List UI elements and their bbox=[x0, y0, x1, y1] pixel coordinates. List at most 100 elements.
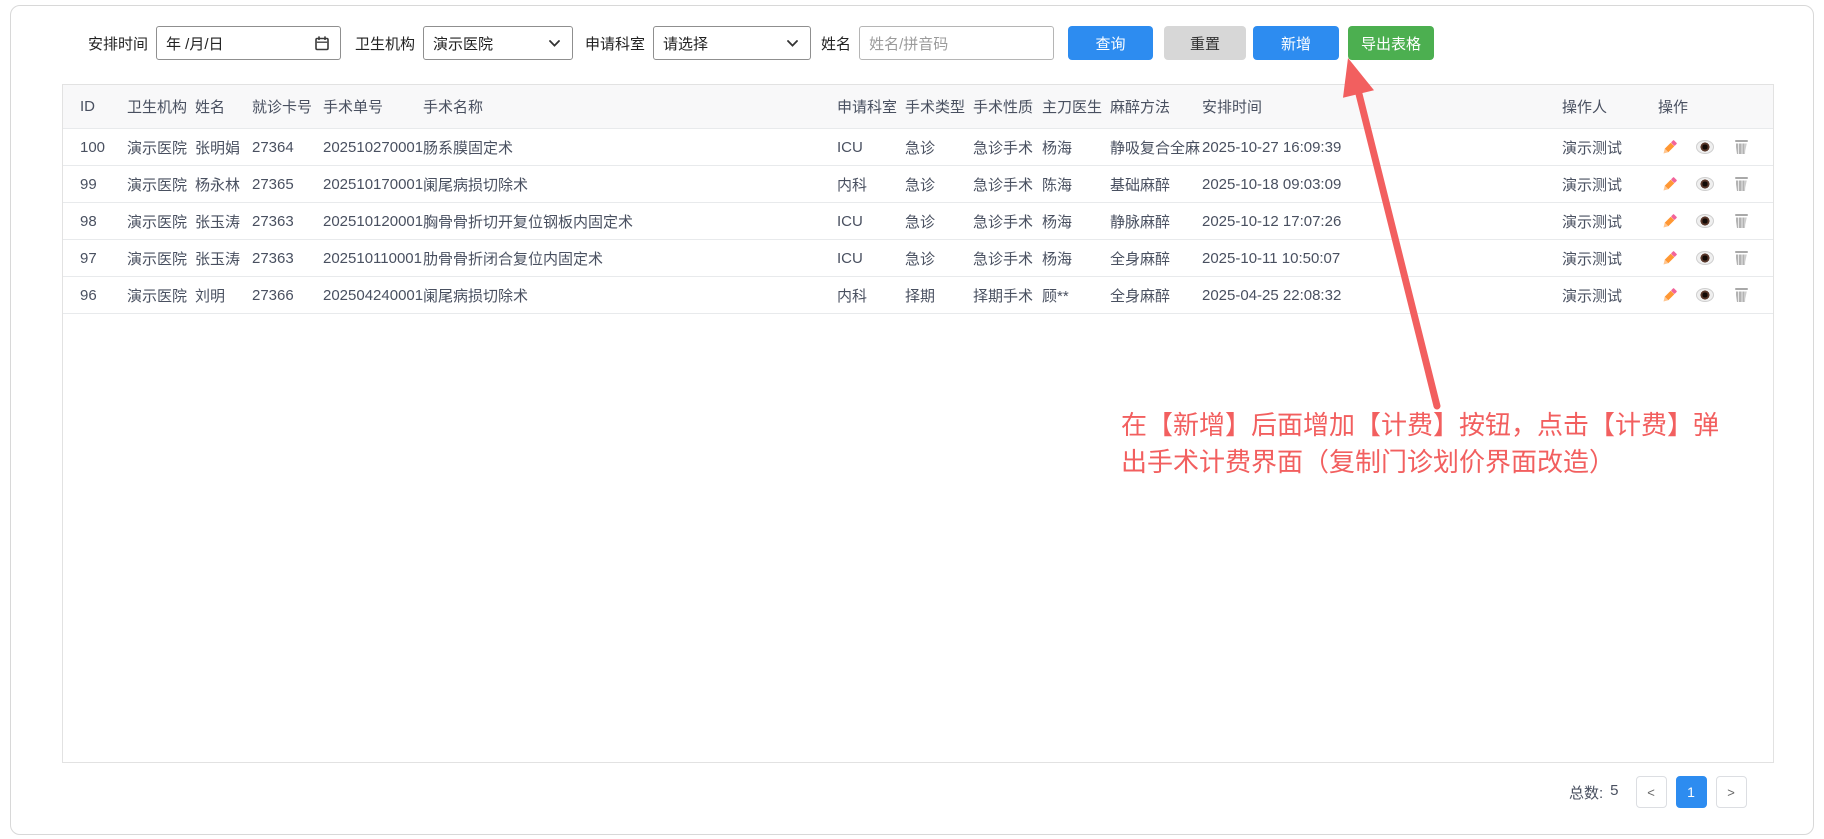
table-cell: ICU bbox=[837, 129, 905, 166]
dept-select[interactable]: 请选择 bbox=[653, 26, 811, 60]
table-cell: 202510110001 bbox=[323, 240, 423, 277]
edit-pencil-icon[interactable] bbox=[1660, 249, 1678, 267]
column-header: 姓名 bbox=[195, 85, 252, 129]
dept-select-value: 请选择 bbox=[663, 33, 708, 54]
table-cell: 刘明 bbox=[195, 277, 252, 314]
actions-cell bbox=[1658, 166, 1774, 203]
delete-trash-icon[interactable] bbox=[1732, 286, 1750, 304]
page-card: 安排时间 年 /月/日 卫生机构 演示医院 申请科室 请选择 bbox=[10, 5, 1814, 835]
table-cell: 98 bbox=[63, 203, 127, 240]
delete-trash-icon[interactable] bbox=[1732, 138, 1750, 156]
table-cell: 2025-10-27 16:09:39 bbox=[1202, 129, 1562, 166]
table-cell: 急诊手术 bbox=[973, 203, 1042, 240]
table-header: ID卫生机构姓名就诊卡号手术单号手术名称申请科室手术类型手术性质主刀医生麻醉方法… bbox=[63, 85, 1774, 129]
column-header: 麻醉方法 bbox=[1110, 85, 1202, 129]
edit-pencil-icon[interactable] bbox=[1660, 286, 1678, 304]
export-button[interactable]: 导出表格 bbox=[1348, 26, 1434, 60]
table-cell: 急诊 bbox=[905, 166, 973, 203]
table-cell: 演示医院 bbox=[127, 240, 195, 277]
table-cell: 静吸复合全麻 bbox=[1110, 129, 1202, 166]
table-cell: 27363 bbox=[252, 203, 323, 240]
table-cell: 演示医院 bbox=[127, 129, 195, 166]
calendar-icon[interactable] bbox=[313, 34, 331, 52]
next-page-button[interactable]: > bbox=[1716, 776, 1747, 808]
table-cell: 肠系膜固定术 bbox=[423, 129, 837, 166]
view-eye-icon[interactable] bbox=[1696, 138, 1714, 156]
table-cell: 阑尾病损切除术 bbox=[423, 277, 837, 314]
table-cell: 择期手术 bbox=[973, 277, 1042, 314]
delete-trash-icon[interactable] bbox=[1732, 249, 1750, 267]
actions-cell bbox=[1658, 203, 1774, 240]
table-cell: 杨海 bbox=[1042, 129, 1110, 166]
page-number-button[interactable]: 1 bbox=[1676, 776, 1707, 808]
table-cell: 演示医院 bbox=[127, 203, 195, 240]
table-cell: 100 bbox=[63, 129, 127, 166]
prev-page-button[interactable]: < bbox=[1636, 776, 1667, 808]
filter-bar: 安排时间 年 /月/日 卫生机构 演示医院 申请科室 请选择 bbox=[88, 26, 1434, 60]
table-cell: 急诊 bbox=[905, 240, 973, 277]
chevron-down-icon bbox=[545, 34, 563, 52]
add-button[interactable]: 新增 bbox=[1253, 26, 1339, 60]
table-cell: 杨永林 bbox=[195, 166, 252, 203]
delete-trash-icon[interactable] bbox=[1732, 212, 1750, 230]
name-input[interactable]: 姓名/拼音码 bbox=[859, 26, 1054, 60]
annotation-note: 在【新增】后面增加【计费】按钮，点击【计费】弹 出手术计费界面（复制门诊划价界面… bbox=[1121, 407, 1719, 481]
table-cell: 张玉涛 bbox=[195, 240, 252, 277]
table-cell: 演示测试 bbox=[1562, 277, 1658, 314]
table-row: 98演示医院张玉涛27363202510120001胸骨骨折切开复位钢板内固定术… bbox=[63, 203, 1774, 240]
table-cell: 演示医院 bbox=[127, 277, 195, 314]
column-header: 手术性质 bbox=[973, 85, 1042, 129]
table-cell: 急诊手术 bbox=[973, 240, 1042, 277]
table-cell: 97 bbox=[63, 240, 127, 277]
view-eye-icon[interactable] bbox=[1696, 286, 1714, 304]
view-eye-icon[interactable] bbox=[1696, 249, 1714, 267]
table-cell: 202510120001 bbox=[323, 203, 423, 240]
table-cell: 急诊 bbox=[905, 203, 973, 240]
column-header: 操作 bbox=[1658, 85, 1774, 129]
table-cell: 202510270001 bbox=[323, 129, 423, 166]
date-input-value: 年 /月/日 bbox=[166, 33, 224, 54]
view-eye-icon[interactable] bbox=[1696, 175, 1714, 193]
column-header: ID bbox=[63, 85, 127, 129]
table-cell: 静脉麻醉 bbox=[1110, 203, 1202, 240]
total-count: 总数: 5 bbox=[1569, 782, 1619, 803]
column-header: 主刀医生 bbox=[1042, 85, 1110, 129]
delete-trash-icon[interactable] bbox=[1732, 175, 1750, 193]
table-cell: 阑尾病损切除术 bbox=[423, 166, 837, 203]
query-button[interactable]: 查询 bbox=[1068, 26, 1153, 60]
table-cell: 杨海 bbox=[1042, 240, 1110, 277]
edit-pencil-icon[interactable] bbox=[1660, 138, 1678, 156]
surgery-table: ID卫生机构姓名就诊卡号手术单号手术名称申请科室手术类型手术性质主刀医生麻醉方法… bbox=[63, 85, 1774, 314]
column-header: 操作人 bbox=[1562, 85, 1658, 129]
table-cell: 2025-10-12 17:07:26 bbox=[1202, 203, 1562, 240]
table-cell: 急诊手术 bbox=[973, 129, 1042, 166]
table-cell: 96 bbox=[63, 277, 127, 314]
table-cell: 全身麻醉 bbox=[1110, 240, 1202, 277]
view-eye-icon[interactable] bbox=[1696, 212, 1714, 230]
edit-pencil-icon[interactable] bbox=[1660, 175, 1678, 193]
table-cell: 99 bbox=[63, 166, 127, 203]
table-cell: 27364 bbox=[252, 129, 323, 166]
total-label: 总数: bbox=[1569, 782, 1603, 803]
total-value: 5 bbox=[1610, 782, 1618, 803]
table-cell: 陈海 bbox=[1042, 166, 1110, 203]
table-cell: 27365 bbox=[252, 166, 323, 203]
table-cell: 张明娟 bbox=[195, 129, 252, 166]
table-cell: 内科 bbox=[837, 277, 905, 314]
table-cell: 肋骨骨折闭合复位内固定术 bbox=[423, 240, 837, 277]
name-input-placeholder: 姓名/拼音码 bbox=[869, 33, 948, 54]
table-cell: 张玉涛 bbox=[195, 203, 252, 240]
reset-button[interactable]: 重置 bbox=[1164, 26, 1246, 60]
date-filter-label: 安排时间 bbox=[88, 33, 148, 54]
org-select[interactable]: 演示医院 bbox=[423, 26, 573, 60]
table-cell: 演示测试 bbox=[1562, 166, 1658, 203]
table-cell: 择期 bbox=[905, 277, 973, 314]
table-cell: 27363 bbox=[252, 240, 323, 277]
date-input[interactable]: 年 /月/日 bbox=[156, 26, 341, 60]
edit-pencil-icon[interactable] bbox=[1660, 212, 1678, 230]
org-filter-label: 卫生机构 bbox=[355, 33, 415, 54]
table-cell: 202510170001 bbox=[323, 166, 423, 203]
table-cell: ICU bbox=[837, 240, 905, 277]
chevron-down-icon bbox=[783, 34, 801, 52]
table-cell: 急诊 bbox=[905, 129, 973, 166]
